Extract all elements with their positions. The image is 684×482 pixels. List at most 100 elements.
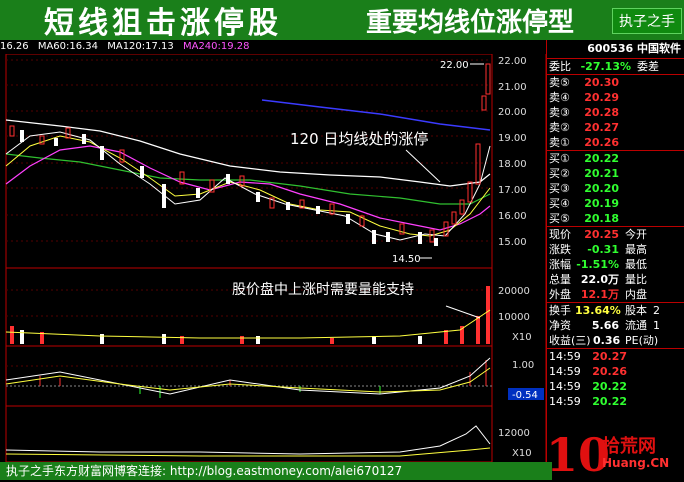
stat-extra: 内盘 bbox=[625, 288, 647, 301]
ask-label: 卖④ bbox=[549, 91, 570, 104]
bid-list: 买① 20.22 买② 20.21 买③ 20.20 买④ 20.19 买⑤ 20.18 bbox=[547, 150, 684, 226]
bid-label: 买⑤ bbox=[549, 212, 570, 225]
ma240-line bbox=[261, 99, 491, 131]
site-logo: 10 拾荒网 Huang.CN bbox=[546, 430, 684, 480]
ask-price: 20.29 bbox=[584, 91, 619, 104]
stat-row: 外盘 12.1万 内盘 bbox=[547, 287, 684, 302]
stat-value: -1.51% bbox=[576, 258, 619, 271]
stat-value: 20.25 bbox=[584, 228, 619, 241]
tick-time: 14:59 bbox=[549, 395, 581, 408]
candlestick-chart[interactable]: 120 日均线处的涨停 22.00 14.50 股价盘中上涨时需要量能支持 22… bbox=[0, 54, 546, 466]
stat2-extra: 股本 bbox=[625, 304, 647, 317]
low-label: 14.50 bbox=[392, 254, 421, 265]
volume-tick: 10000 bbox=[498, 312, 530, 323]
tick-time: 14:59 bbox=[549, 365, 581, 378]
volume-annotation: 股价盘中上涨时需要量能支持 bbox=[232, 281, 414, 298]
logo-number: 10 bbox=[546, 428, 611, 482]
title-banner: 短线狙击涨停股 重要均线位涨停型 执子之手 bbox=[0, 0, 684, 41]
bid-label: 买④ bbox=[549, 197, 570, 210]
macd-dea-line bbox=[5, 367, 491, 393]
price-tick: 16.00 bbox=[498, 211, 527, 222]
bottom-unit: X10 bbox=[512, 448, 532, 459]
stat2-label: 净资 bbox=[549, 319, 571, 332]
ask-row[interactable]: 卖① 20.26 bbox=[547, 135, 684, 150]
stat2-extra: 流通 bbox=[625, 319, 647, 332]
ask-row[interactable]: 卖⑤ 20.30 bbox=[547, 75, 684, 90]
stock-name: 中国软件 bbox=[637, 42, 681, 55]
ma120-annotation: 120 日均线处的涨停 bbox=[290, 130, 428, 148]
bid-price: 20.22 bbox=[584, 152, 619, 165]
bid-price: 20.18 bbox=[584, 212, 619, 225]
price-gridlines bbox=[6, 59, 492, 367]
bid-row[interactable]: 买④ 20.19 bbox=[547, 196, 684, 211]
stat2-label: 换手 bbox=[549, 304, 571, 317]
ask-list: 卖⑤ 20.30 卖④ 20.29 卖③ 20.28 卖② 20.27 卖① 20.26 bbox=[547, 74, 684, 150]
tick-price: 20.22 bbox=[592, 395, 627, 408]
price-tick: 17.00 bbox=[498, 185, 527, 196]
ask-price: 20.30 bbox=[584, 76, 619, 89]
macd-dif-line bbox=[5, 357, 491, 395]
ask-price: 20.26 bbox=[584, 136, 619, 149]
tick-price: 20.22 bbox=[592, 380, 627, 393]
stat2-label: 收益(三) bbox=[549, 334, 591, 347]
stat-extra: 量比 bbox=[625, 273, 647, 286]
weibi-row: 委比 -27.13% 委差 bbox=[547, 58, 684, 74]
stat2-tail: 2 bbox=[653, 304, 660, 317]
tick-row: 14:59 20.26 bbox=[547, 364, 684, 379]
stock-code: 600536 bbox=[587, 42, 634, 55]
bid-price: 20.20 bbox=[584, 182, 619, 195]
ask-price: 20.27 bbox=[584, 121, 619, 134]
ma60-line bbox=[5, 153, 491, 205]
stat-row: 现价 20.25 今开 bbox=[547, 227, 684, 242]
ask-row[interactable]: 卖③ 20.28 bbox=[547, 105, 684, 120]
stat-label: 涨跌 bbox=[549, 243, 571, 256]
stat2-tail: 1 bbox=[653, 319, 660, 332]
bottom-panel-border bbox=[5, 405, 493, 463]
ask-row[interactable]: 卖② 20.27 bbox=[547, 120, 684, 135]
volume-unit: X10 bbox=[512, 332, 532, 343]
candles bbox=[9, 63, 491, 246]
banner-left-title: 短线狙击涨停股 bbox=[44, 6, 282, 41]
bid-row[interactable]: 买② 20.21 bbox=[547, 166, 684, 181]
tick-time: 14:59 bbox=[549, 350, 581, 363]
macd-current-value: -0.54 bbox=[512, 390, 538, 401]
stat-label: 现价 bbox=[549, 228, 571, 241]
bid-price: 20.21 bbox=[584, 167, 619, 180]
bid-row[interactable]: 买① 20.22 bbox=[547, 151, 684, 166]
stats-list: 现价 20.25 今开 涨跌 -0.31 最高 涨幅 -1.51% 最低 总量 22.0万 量比… bbox=[547, 226, 684, 302]
ask-label: 卖① bbox=[549, 136, 570, 149]
blog-link-footer[interactable]: 执子之手东方财富网博客连接: http://blog.eastmoney.com… bbox=[0, 462, 552, 480]
bid-label: 买③ bbox=[549, 182, 570, 195]
ask-row[interactable]: 卖④ 20.29 bbox=[547, 90, 684, 105]
stat-extra: 最高 bbox=[625, 243, 647, 256]
stat2-row: 换手 13.64% 股本 2 bbox=[547, 303, 684, 318]
bid-price: 20.19 bbox=[584, 197, 619, 210]
price-tick: 20.00 bbox=[498, 107, 527, 118]
volume-tick: 20000 bbox=[498, 286, 530, 297]
bid-label: 买① bbox=[549, 152, 570, 165]
ma120-arrow bbox=[405, 149, 441, 183]
macd-tick: 1.00 bbox=[512, 360, 534, 371]
tick-price: 20.27 bbox=[592, 350, 627, 363]
bid-row[interactable]: 买⑤ 20.18 bbox=[547, 211, 684, 226]
tick-row: 14:59 20.22 bbox=[547, 379, 684, 394]
stat2-value: 0.36 bbox=[593, 334, 621, 347]
moving-average-legend: 16.26 MA60:16.34 MA120:17.13 MA240:19.28 bbox=[0, 40, 546, 54]
high-label: 22.00 bbox=[440, 60, 469, 71]
weibi-label: 委比 bbox=[549, 60, 571, 73]
bid-row[interactable]: 买③ 20.20 bbox=[547, 181, 684, 196]
stats2-list: 换手 13.64% 股本 2 净资 5.66 流通 1 收益(三) 0.36 PE(动) bbox=[547, 302, 684, 348]
stat-row: 总量 22.0万 量比 bbox=[547, 272, 684, 287]
stat-row: 涨幅 -1.51% 最低 bbox=[547, 257, 684, 272]
bottom-tick: 12000 bbox=[498, 428, 530, 439]
stat-label: 总量 bbox=[549, 273, 571, 286]
tick-list: 14:59 20.27 14:59 20.26 14:59 20.22 14:59 20… bbox=[547, 348, 684, 409]
price-tick: 15.00 bbox=[498, 237, 527, 248]
price-axis: 22.00 21.00 20.00 19.00 18.00 17.00 16.0… bbox=[498, 56, 544, 459]
ask-label: 卖③ bbox=[549, 106, 570, 119]
bottom-indicator-line bbox=[5, 425, 491, 455]
ma240-value: MA240:19.28 bbox=[182, 41, 250, 52]
stat2-row: 收益(三) 0.36 PE(动) bbox=[547, 333, 684, 348]
stock-header: 600536 中国软件 bbox=[547, 40, 684, 58]
tick-row: 14:59 20.22 bbox=[547, 394, 684, 409]
